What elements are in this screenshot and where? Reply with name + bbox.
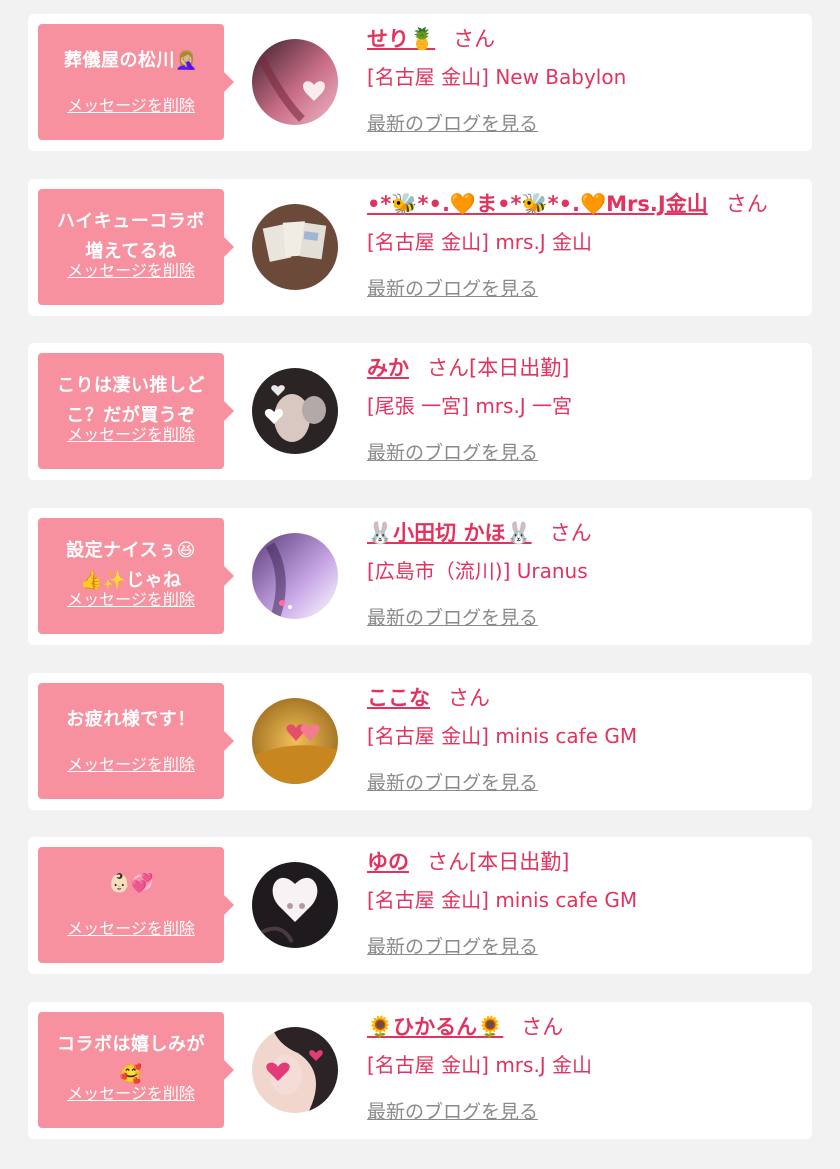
message-card: お疲れ様です！ メッセージを削除 ここな さん [名古屋 金山] minis ca… (28, 673, 812, 810)
message-text: 葬儀屋の松川🤦🏼‍♀️ (64, 50, 198, 71)
avatar[interactable] (252, 204, 338, 290)
delete-message-link[interactable]: メッセージを削除 (38, 421, 224, 445)
avatar[interactable] (252, 1027, 338, 1113)
sender-name-link[interactable]: みか (367, 356, 409, 380)
honorific: さん[本日出勤] (427, 356, 570, 380)
message-bubble: お疲れ様です！ メッセージを削除 (38, 683, 234, 799)
delete-message-link[interactable]: メッセージを削除 (38, 586, 224, 610)
delete-message-link[interactable]: メッセージを削除 (38, 92, 224, 116)
avatar[interactable] (252, 862, 338, 948)
message-card: 👶🏻💞 メッセージを削除 ゆの さん[本日出勤] [名古屋 金山] minis c… (28, 837, 812, 974)
latest-blog-link[interactable]: 最新のブログを見る (367, 1098, 538, 1126)
message-card: 設定ナイスぅ😆 👍✨じゃね メッセージを削除 🐰小田切 かほ🐰 さん [広島市（流… (28, 508, 812, 645)
latest-blog-link[interactable]: 最新のブログを見る (367, 439, 538, 467)
latest-blog-link[interactable]: 最新のブログを見る (367, 769, 538, 797)
honorific: さん (549, 521, 592, 545)
latest-blog-link[interactable]: 最新のブログを見る (367, 275, 538, 303)
sender-name-link[interactable]: •*🐝*•.🧡ま•*🐝*•.🧡Mrs.J金山 (367, 192, 708, 216)
delete-message-link[interactable]: メッセージを削除 (38, 1080, 224, 1104)
sender-name-link[interactable]: 🌻ひかるん🌻 (367, 1015, 503, 1039)
delete-message-link[interactable]: メッセージを削除 (38, 751, 224, 775)
honorific: さん (453, 27, 496, 51)
sender-name-link[interactable]: せり🍍 (367, 27, 435, 51)
sender-row: せり🍍 さん (367, 24, 495, 54)
message-card: 葬儀屋の松川🤦🏼‍♀️ メッセージを削除 せり🍍 さん [名古屋 金山] New … (28, 14, 812, 151)
honorific: さん[本日出勤] (427, 850, 570, 874)
sender-row: みか さん[本日出勤] (367, 353, 569, 383)
sender-row: ここな さん (367, 683, 490, 713)
message-bubble: コラボは嬉しみが 🥰 メッセージを削除 (38, 1012, 234, 1128)
message-text: お疲れ様です！ (66, 709, 196, 730)
message-card: コラボは嬉しみが 🥰 メッセージを削除 🌻ひかるん🌻 さん [名古屋 金山] mr… (28, 1002, 812, 1139)
latest-blog-link[interactable]: 最新のブログを見る (367, 110, 538, 138)
honorific: さん (448, 686, 490, 710)
shop-name: [名古屋 金山] minis cafe GM (367, 724, 638, 748)
shop-name: [広島市（流川)] Uranus (367, 559, 588, 583)
message-bubble: こりは凄い推しど こ？だが買うぞ メッセージを削除 (38, 353, 234, 469)
message-text: 👶🏻💞 (108, 873, 154, 894)
message-card: こりは凄い推しど こ？だが買うぞ メッセージを削除 みか さん[本日出勤] [尾張… (28, 343, 812, 480)
avatar[interactable] (252, 368, 338, 454)
message-bubble: 設定ナイスぅ😆 👍✨じゃね メッセージを削除 (38, 518, 234, 634)
message-bubble: 👶🏻💞 メッセージを削除 (38, 847, 234, 963)
honorific: さん (521, 1015, 564, 1039)
avatar[interactable] (252, 533, 338, 619)
sender-row: 🐰小田切 かほ🐰 さん (367, 518, 592, 548)
message-card: ハイキューコラボ 増えてるね メッセージを削除 •*🐝*•.🧡ま•*🐝*•.🧡M… (28, 179, 812, 316)
sender-name-link[interactable]: ここな (367, 686, 430, 710)
message-bubble: ハイキューコラボ 増えてるね メッセージを削除 (38, 189, 234, 305)
shop-name: [尾張 一宮] mrs.J 一宮 (367, 394, 573, 418)
message-bubble: 葬儀屋の松川🤦🏼‍♀️ メッセージを削除 (38, 24, 234, 140)
sender-row: ゆの さん[本日出勤] (367, 847, 569, 877)
sender-row: •*🐝*•.🧡ま•*🐝*•.🧡Mrs.J金山 さん (367, 189, 768, 219)
shop-name: [名古屋 金山] minis cafe GM (367, 888, 638, 912)
delete-message-link[interactable]: メッセージを削除 (38, 257, 224, 281)
shop-name: [名古屋 金山] mrs.J 金山 (367, 230, 593, 254)
avatar[interactable] (252, 698, 338, 784)
latest-blog-link[interactable]: 最新のブログを見る (367, 933, 538, 961)
sender-name-link[interactable]: 🐰小田切 かほ🐰 (367, 521, 532, 545)
sender-name-link[interactable]: ゆの (367, 850, 409, 874)
shop-name: [名古屋 金山] New Babylon (367, 65, 627, 89)
latest-blog-link[interactable]: 最新のブログを見る (367, 604, 538, 632)
honorific: さん (725, 192, 768, 216)
shop-name: [名古屋 金山] mrs.J 金山 (367, 1053, 593, 1077)
avatar[interactable] (252, 39, 338, 125)
delete-message-link[interactable]: メッセージを削除 (38, 915, 224, 939)
sender-row: 🌻ひかるん🌻 さん (367, 1012, 563, 1042)
